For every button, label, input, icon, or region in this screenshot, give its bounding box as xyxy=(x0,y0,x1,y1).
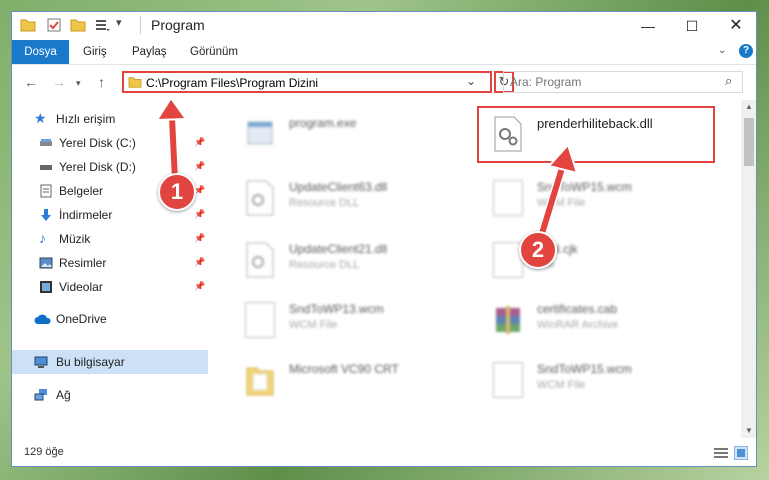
forward-arrow-icon[interactable]: → xyxy=(52,74,66,90)
cloud-icon xyxy=(34,314,51,324)
tab-paylas[interactable]: Paylaş xyxy=(132,40,167,64)
documents-icon xyxy=(40,184,52,198)
ribbon-tabs: Dosya Giriş Paylaş Görünüm ⌄ ? xyxy=(12,40,756,65)
quick-access-dropdown-icon[interactable]: ▾ xyxy=(116,16,132,32)
tab-giris[interactable]: Giriş xyxy=(83,40,107,64)
help-icon[interactable]: ? xyxy=(739,44,753,58)
file-item[interactable]: Microsoft VC90 CRT xyxy=(245,360,465,404)
up-arrow-icon[interactable]: ↑ xyxy=(98,74,105,90)
search-input[interactable] xyxy=(510,74,710,90)
pin-icon[interactable]: 📌 xyxy=(194,233,205,244)
explorer-window: ▾ Program — ☐ ✕ Dosya Giriş Paylaş Görün… xyxy=(11,11,757,467)
step-2-badge: 2 xyxy=(519,231,557,269)
address-bar[interactable]: C:\Program Files\Program Dizini ⌄ xyxy=(122,71,492,93)
scrollbar-thumb[interactable] xyxy=(744,118,754,166)
folder-icon xyxy=(246,367,274,396)
file-item[interactable]: SndToWP15.wcm WCM File xyxy=(493,360,713,404)
sidebar-item-videos[interactable]: Videolar 📌 xyxy=(12,276,208,298)
file-item[interactable]: UpdateClient21.dll Resource DLL xyxy=(245,240,465,284)
file-item[interactable]: SndToWP15.wcm WCM File xyxy=(493,178,713,222)
title-divider xyxy=(140,16,141,34)
dll-gear-icon xyxy=(246,180,274,216)
drive-icon xyxy=(40,139,52,146)
dll-gear-icon xyxy=(246,242,274,278)
file-icon xyxy=(493,362,523,398)
folder-icon xyxy=(128,77,142,88)
pin-icon[interactable]: 📌 xyxy=(194,281,205,292)
pin-icon[interactable]: 📌 xyxy=(194,161,205,172)
step-1-badge: 1 xyxy=(158,173,196,211)
download-icon xyxy=(41,209,51,221)
computer-icon xyxy=(34,356,48,368)
close-button[interactable]: ✕ xyxy=(714,12,756,40)
file-icon xyxy=(493,180,523,216)
vertical-scrollbar[interactable]: ▲ ▼ xyxy=(741,100,756,438)
pin-icon[interactable]: 📌 xyxy=(194,209,205,220)
star-icon: ★ xyxy=(34,110,47,126)
search-box[interactable]: ⌕ xyxy=(503,71,743,93)
drive-icon xyxy=(40,165,52,170)
customize-toolbar-icon[interactable] xyxy=(94,17,110,33)
address-path: C:\Program Files\Program Dizini xyxy=(146,76,319,90)
minimize-button[interactable]: — xyxy=(626,12,670,40)
tab-dosya[interactable]: Dosya xyxy=(12,40,69,64)
file-item[interactable]: UpdateClient63.dll Resource DLL xyxy=(245,178,465,222)
sidebar-item-pictures[interactable]: Resimler 📌 xyxy=(12,252,208,274)
window-title: Program xyxy=(151,17,205,33)
pictures-icon xyxy=(39,257,53,269)
new-folder-icon[interactable] xyxy=(70,17,86,33)
expand-ribbon-icon[interactable]: ⌄ xyxy=(718,45,726,56)
sidebar-item-this-pc[interactable]: Bu bilgisayar xyxy=(12,350,208,374)
sidebar-item-local-disk-c[interactable]: Yerel Disk (C:) 📌 xyxy=(12,132,208,154)
file-item[interactable]: certificates.cab WinRAR Archive xyxy=(493,300,713,344)
winrar-archive-icon xyxy=(496,306,520,334)
back-arrow-icon[interactable]: ← xyxy=(24,74,38,90)
item-count: 129 öğe xyxy=(24,446,64,458)
scroll-up-icon[interactable]: ▲ xyxy=(745,102,753,111)
file-item[interactable]: SndToWP13.wcm WCM File xyxy=(245,300,465,344)
title-bar: ▾ Program — ☐ ✕ xyxy=(12,12,756,40)
navigation-pane: ★ Hızlı erişim Yerel Disk (C:) 📌 Yerel D… xyxy=(12,100,208,438)
recent-locations-icon[interactable]: ▾ xyxy=(76,78,81,89)
sidebar-item-music[interactable]: ♪ Müzik 📌 xyxy=(12,228,208,250)
status-bar: 129 öğe xyxy=(12,440,756,466)
tab-gorunum[interactable]: Görünüm xyxy=(190,40,238,64)
video-icon xyxy=(40,281,52,293)
target-file-highlight xyxy=(477,106,715,163)
pin-icon[interactable]: 📌 xyxy=(194,257,205,268)
sidebar-item-onedrive[interactable]: OneDrive xyxy=(12,308,208,330)
search-icon: ⌕ xyxy=(725,73,733,88)
properties-icon[interactable] xyxy=(46,17,62,33)
sidebar-item-network[interactable]: Ağ xyxy=(12,384,208,406)
network-icon xyxy=(34,389,47,401)
exe-icon xyxy=(247,121,273,145)
file-item[interactable]: program.exe xyxy=(245,114,465,158)
scroll-down-icon[interactable]: ▼ xyxy=(745,426,753,435)
folder-icon xyxy=(20,19,36,32)
music-icon: ♪ xyxy=(39,230,46,246)
maximize-button[interactable]: ☐ xyxy=(670,12,714,40)
details-view-icon[interactable] xyxy=(714,447,728,459)
chevron-down-icon[interactable]: ⌄ xyxy=(466,74,476,88)
sidebar-item-quick-access[interactable]: ★ Hızlı erişim xyxy=(12,108,208,130)
file-icon xyxy=(245,302,275,338)
navigation-bar: ← → ▾ ↑ C:\Program Files\Program Dizini … xyxy=(12,65,756,99)
pin-icon[interactable]: 📌 xyxy=(194,137,205,148)
large-icons-view-icon[interactable] xyxy=(734,446,748,460)
